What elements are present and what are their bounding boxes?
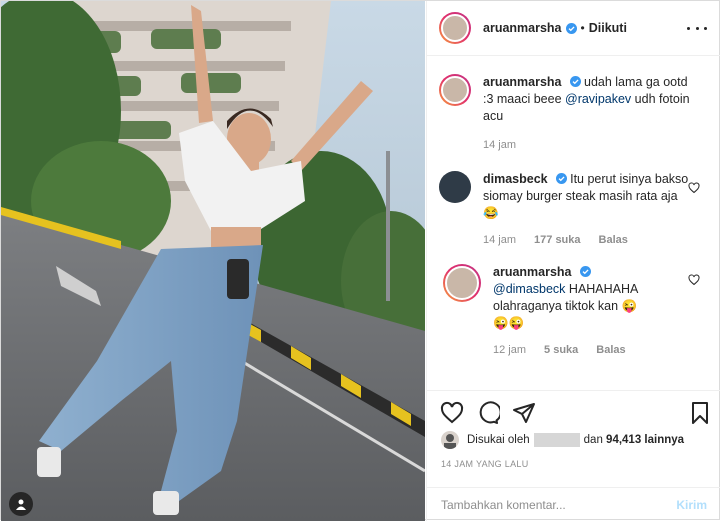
verified-icon <box>579 266 591 277</box>
caption-meta: 14 jam <box>483 139 699 151</box>
verified-icon <box>555 173 567 184</box>
author-avatar[interactable] <box>439 12 471 44</box>
user-icon <box>16 499 26 510</box>
tagged-users-button[interactable] <box>9 492 33 516</box>
comment-meta: 14 jam 177 suka Balas <box>483 234 689 246</box>
reply-avatar[interactable] <box>443 264 481 302</box>
send-comment-button[interactable]: Kirim <box>676 498 707 512</box>
like-reply-heart-icon[interactable] <box>688 274 700 286</box>
caption-text: aruanmarsha udah lama ga ootd :3 maaci b… <box>483 75 690 123</box>
comment-username[interactable]: dimasbeck <box>483 172 548 186</box>
comment-text: dimasbeck Itu perut isinya bakso siomay … <box>483 172 689 220</box>
share-icon[interactable] <box>512 401 536 425</box>
post-photo[interactable] <box>1 1 425 521</box>
comment-input[interactable] <box>441 497 677 512</box>
post-photo-illustration <box>1 1 425 521</box>
post-actions <box>427 390 720 434</box>
comment: dimasbeck Itu perut isinya bakso siomay … <box>439 171 689 246</box>
reply-meta: 12 jam 5 suka Balas <box>493 344 683 356</box>
reply-button[interactable]: Balas <box>599 234 628 246</box>
liker-avatar[interactable] <box>441 431 459 449</box>
author-username[interactable]: aruanmarsha <box>483 21 562 35</box>
caption-time[interactable]: 14 jam <box>483 139 516 151</box>
caption: aruanmarsha udah lama ga ootd :3 maaci b… <box>439 74 699 151</box>
verified-icon <box>569 76 581 87</box>
commenter-avatar[interactable] <box>439 171 471 203</box>
reply-button[interactable]: Balas <box>596 344 625 356</box>
instagram-post-window: aruanmarsha • Diikuti aruanmarsha udah l… <box>0 0 720 521</box>
likes-count[interactable]: 94,413 lainnya <box>606 434 684 446</box>
post-header: aruanmarsha • Diikuti <box>427 1 720 56</box>
reply-time[interactable]: 12 jam <box>493 344 526 356</box>
mention-link[interactable]: @dimasbeck <box>493 282 565 296</box>
liked-by: Disukai oleh dan 94,413 lainnya <box>441 431 684 449</box>
more-options-button[interactable] <box>687 21 707 35</box>
reply-likes[interactable]: 5 suka <box>544 344 578 356</box>
reply-text: aruanmarsha @dimasbeck HAHAHAHA olahraga… <box>493 265 638 330</box>
post-side-panel: aruanmarsha • Diikuti aruanmarsha udah l… <box>426 1 720 521</box>
comment-time[interactable]: 14 jam <box>483 234 516 246</box>
mention-link[interactable]: @ravipakev <box>565 92 631 106</box>
comment-icon[interactable] <box>476 401 500 425</box>
following-button[interactable]: Diikuti <box>589 21 627 35</box>
caption-avatar[interactable] <box>439 74 471 106</box>
bookmark-icon[interactable] <box>688 401 712 425</box>
blurred-liker-name <box>533 433 580 447</box>
comment-reply: aruanmarsha @dimasbeck HAHAHAHA olahraga… <box>443 264 683 356</box>
post-timestamp[interactable]: 14 JAM YANG LALU <box>441 459 529 469</box>
header-separator: • <box>580 21 585 35</box>
like-comment-heart-icon[interactable] <box>688 182 700 194</box>
heart-icon[interactable] <box>440 401 464 425</box>
verified-icon <box>565 22 577 34</box>
add-comment-bar: Kirim <box>427 487 720 521</box>
reply-username[interactable]: aruanmarsha <box>493 265 572 279</box>
caption-username[interactable]: aruanmarsha <box>483 75 562 89</box>
more-icon <box>687 26 690 30</box>
comment-likes[interactable]: 177 suka <box>534 234 580 246</box>
